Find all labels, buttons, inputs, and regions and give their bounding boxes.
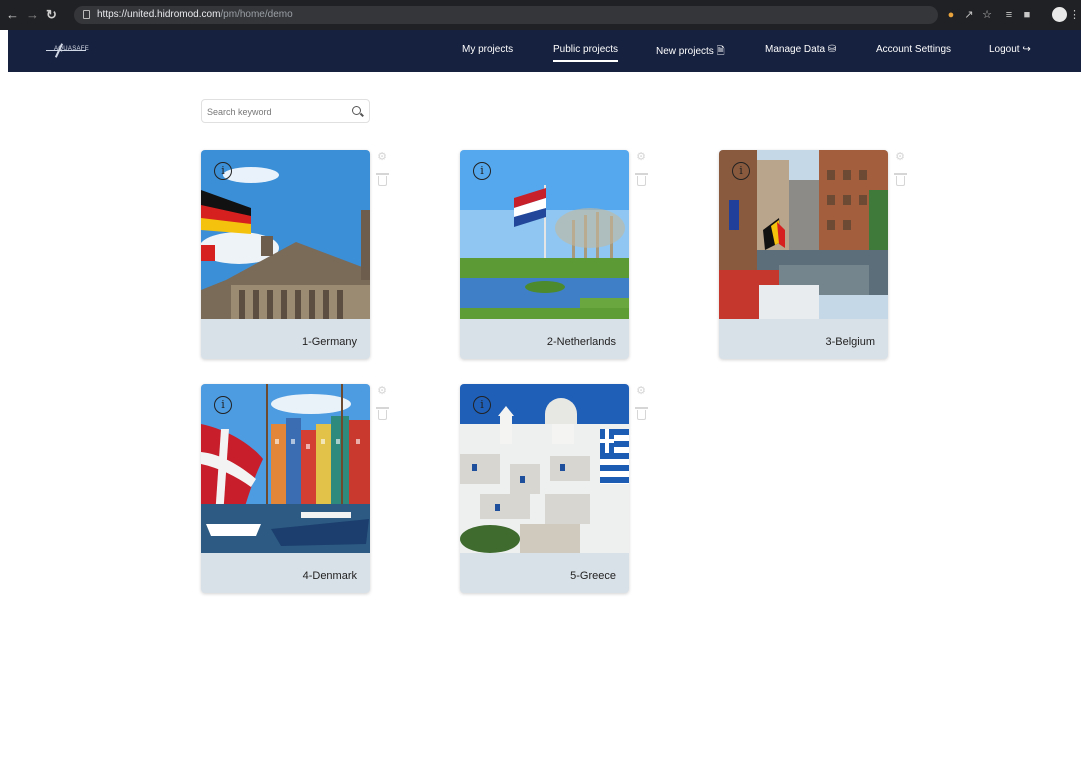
google-icon[interactable]: ● [944, 8, 958, 22]
star-icon[interactable]: ☆ [980, 8, 994, 22]
trash-icon[interactable] [376, 173, 389, 186]
address-bar[interactable]: https://united.hidromod.com/pm/home/demo [74, 6, 938, 24]
nav-logout[interactable]: Logout ↪ [989, 44, 1031, 55]
forward-arrow-icon[interactable]: → [26, 8, 39, 22]
project-name: 3-Belgium [825, 336, 875, 348]
nav-new-projects-label: New projects [656, 46, 714, 57]
nav-manage-data[interactable]: Manage Data ⛁ [765, 44, 836, 55]
nav-account-settings[interactable]: Account Settings [876, 44, 951, 55]
address-url: https://united.hidromod.com/pm/home/demo [97, 9, 293, 20]
search-box [201, 99, 370, 123]
info-icon[interactable]: i [473, 396, 491, 414]
info-icon[interactable]: i [732, 162, 750, 180]
nav-logout-label: Logout [989, 44, 1020, 55]
project-card-denmark[interactable]: i 4-Denmark [201, 384, 370, 593]
nav-my-projects[interactable]: My projects [462, 44, 513, 55]
project-image: i [719, 150, 888, 319]
project-card-netherlands[interactable]: i 2-Netherlands [460, 150, 629, 359]
trash-icon[interactable] [894, 173, 907, 186]
nav-public-projects[interactable]: Public projects [553, 44, 619, 62]
lock-icon [83, 10, 90, 19]
nav-manage-data-label: Manage Data [765, 44, 826, 55]
project-image: i [201, 150, 370, 319]
search-input[interactable] [207, 105, 347, 118]
trash-icon[interactable] [635, 407, 648, 420]
gear-icon[interactable]: ⚙ [894, 151, 906, 163]
url-host: https://united.hidromod.com [97, 9, 221, 20]
gear-icon[interactable]: ⚙ [376, 151, 388, 163]
nav-new-projects[interactable]: New projects 🗎 [656, 44, 725, 61]
project-card-belgium[interactable]: i 3-Belgium [719, 150, 888, 359]
trash-icon[interactable] [635, 173, 648, 186]
sidebar-icon[interactable]: ■ [1020, 8, 1034, 22]
trash-icon[interactable] [376, 407, 389, 420]
logo[interactable]: AQUASAFE [46, 43, 98, 59]
project-image: i [460, 384, 629, 553]
file-icon: 🗎 [716, 46, 725, 57]
playlist-icon[interactable]: ≡ [1002, 8, 1016, 22]
share-icon[interactable]: ↗ [962, 8, 976, 22]
project-name: 2-Netherlands [546, 336, 616, 348]
project-name: 1-Germany [301, 336, 357, 348]
info-icon[interactable]: i [214, 162, 232, 180]
search-icon[interactable] [352, 106, 361, 115]
reload-icon[interactable]: ↻ [46, 8, 57, 22]
browser-toolbar: ← → ↻ https://united.hidromod.com/pm/hom… [0, 0, 1081, 30]
project-image: i [460, 150, 629, 319]
logout-icon: ↪ [1022, 44, 1031, 55]
info-icon[interactable]: i [214, 396, 232, 414]
gear-icon[interactable]: ⚙ [376, 385, 388, 397]
project-image: i [201, 384, 370, 553]
url-path: /pm/home/demo [220, 9, 293, 20]
project-name: 5-Greece [570, 570, 616, 582]
database-icon: ⛁ [827, 44, 837, 55]
project-card-greece[interactable]: i 5-Greece [460, 384, 629, 593]
menu-icon[interactable]: ⋮ [1069, 8, 1080, 22]
info-icon[interactable]: i [473, 162, 491, 180]
back-arrow-icon[interactable]: ← [6, 8, 19, 22]
project-card-germany[interactable]: i 1-Germany [201, 150, 370, 359]
gear-icon[interactable]: ⚙ [635, 385, 647, 397]
gear-icon[interactable]: ⚙ [635, 151, 647, 163]
profile-icon[interactable] [1052, 7, 1067, 22]
app-navbar: AQUASAFE My projects Public projects New… [8, 30, 1081, 72]
logo-text: AQUASAFE [54, 46, 90, 52]
project-name: 4-Denmark [302, 570, 357, 582]
